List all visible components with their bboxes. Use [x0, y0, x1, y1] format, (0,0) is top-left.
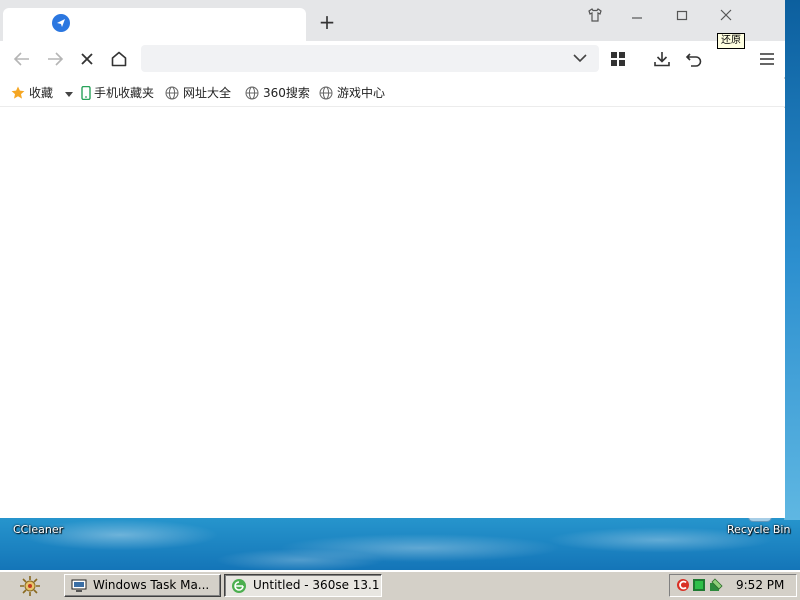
undo-icon [685, 53, 702, 67]
download-button[interactable] [650, 48, 674, 70]
globe-icon [245, 86, 259, 100]
restore-tooltip: 还原 [717, 33, 745, 49]
bookmark-site-directory[interactable]: 网址大全 [165, 84, 237, 102]
bookmark-360-search[interactable]: 360搜索 [245, 84, 311, 102]
network-tray-icon[interactable] [692, 578, 706, 592]
arrow-left-icon [13, 52, 29, 66]
home-icon [111, 51, 127, 67]
undo-close-tab-button[interactable] [682, 48, 706, 70]
task-label: Untitled - 360se 13.1 [253, 578, 380, 592]
browser-icon [232, 579, 246, 593]
stop-button[interactable] [75, 48, 99, 70]
browser-titlebar: + [0, 0, 785, 41]
close-button[interactable] [713, 4, 739, 26]
star-icon [11, 86, 25, 99]
page-content[interactable] [0, 108, 785, 518]
recycle-bin-desktop-label[interactable]: Recycle Bin [727, 523, 790, 536]
minimize-button[interactable] [624, 4, 650, 26]
shirt-icon [588, 8, 602, 22]
download-icon [654, 52, 670, 67]
address-dropdown-button[interactable] [569, 48, 591, 70]
bookmark-mobile-favorites[interactable]: 手机收藏夹 [79, 84, 159, 102]
taskbar-360se[interactable]: Untitled - 360se 13.1 [224, 574, 382, 597]
bookmarks-bar: 收藏 手机收藏夹 网址大全 360搜索 游戏中心 [0, 79, 785, 107]
close-icon [720, 9, 732, 21]
mobile-icon [81, 86, 91, 100]
main-menu-button[interactable] [755, 48, 779, 70]
start-gear-icon [20, 576, 40, 596]
clock[interactable]: 9:52 PM [736, 578, 784, 592]
maximize-icon [676, 10, 688, 21]
caret-down-icon[interactable] [64, 89, 74, 99]
bookmark-favorites[interactable]: 收藏 [11, 84, 61, 102]
start-button[interactable] [17, 574, 45, 598]
apps-button[interactable] [606, 48, 630, 70]
ccleaner-tray-icon[interactable] [676, 578, 690, 592]
globe-icon [319, 86, 333, 100]
new-tab-button[interactable]: + [314, 11, 340, 35]
skin-button[interactable] [582, 4, 608, 26]
browser-tab[interactable] [3, 8, 306, 41]
system-tray: 9:52 PM [669, 574, 797, 597]
maximize-button[interactable] [669, 4, 695, 26]
task-label: Windows Task Ma... [93, 578, 210, 592]
address-bar[interactable] [141, 45, 599, 72]
bookmark-label: 收藏 [29, 86, 54, 100]
address-input[interactable] [149, 49, 559, 68]
home-button[interactable] [107, 48, 131, 70]
chevron-down-icon [573, 54, 587, 63]
forward-button[interactable] [43, 48, 67, 70]
desktop-edge [784, 0, 800, 520]
globe-icon [165, 86, 179, 100]
taskbar: Windows Task Ma... Untitled - 360se 13.1… [0, 570, 800, 600]
ccleaner-desktop-label[interactable]: CCleaner [13, 523, 63, 536]
back-button[interactable] [10, 48, 34, 70]
hamburger-menu-icon [760, 53, 774, 65]
computer-icon [71, 579, 87, 592]
bookmark-game-center[interactable]: 游戏中心 [319, 84, 389, 102]
browser-toolbar [0, 41, 785, 77]
tab-favicon-icon [52, 14, 70, 32]
bookmark-label: 游戏中心 [337, 86, 386, 100]
bookmark-label: 网址大全 [183, 86, 232, 100]
grid-icon [611, 52, 625, 66]
bookmark-label: 360搜索 [263, 86, 310, 100]
device-tray-icon[interactable] [709, 578, 723, 592]
taskbar-task-manager[interactable]: Windows Task Ma... [64, 574, 221, 597]
browser-window: + 还原 收藏 手机收藏夹 网址大全 360搜索 游戏中心 [0, 0, 785, 518]
stop-x-icon [81, 53, 93, 65]
minimize-icon [632, 17, 642, 19]
bookmark-label: 手机收藏夹 [94, 86, 155, 100]
arrow-right-icon [48, 52, 64, 66]
